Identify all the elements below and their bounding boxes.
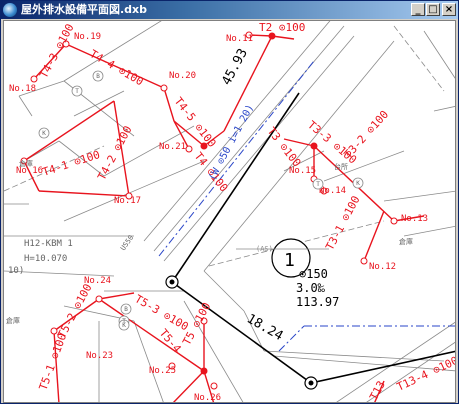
label-node-23: No.23 [86,351,113,361]
label-pipe-t4-3: T4-3 ⊙100 [37,22,76,81]
label-pipe-t2: T2 ⊙100 [259,21,305,34]
label-pipe-t3: T3 ⊙100 [265,125,304,170]
annotation-kitchen-3: 倉庫 [6,316,20,325]
fixture-b-2-letter: B [124,306,128,313]
label-pipe-t4-2: T4-2 ⊙100 [95,124,134,183]
pipe-network [23,34,425,402]
fixture-k-2-letter: K [122,322,126,329]
label-node-18: No.18 [9,84,36,94]
annotation-kitchen-2: 倉庫 [399,237,413,246]
fixture-k-1-letter: K [42,130,46,137]
node-20[interactable] [160,84,168,92]
label-pipe-t13: T13 [367,379,388,403]
drawing-canvas[interactable]: No.11 No.19 No.18 No.20 No.16 No.21 No.1… [3,20,456,403]
benchmark-side-mark: 10) [8,266,24,276]
label-node-19: No.19 [74,32,101,42]
minimize-button[interactable]: _ [411,3,425,16]
manhole-ground-level: 113.97 [296,295,339,309]
annotation-kitchen-1: 倉庫 [19,159,33,168]
benchmark: H12-KBM 1 H=10.070 10) [8,239,73,276]
label-pipe-t4-1: T4-1 ⊙100 [41,148,102,179]
label-pipe-t5-1: T5-1 ⊙100 [37,332,70,392]
manhole-slope: 3.0‰ [296,281,326,295]
benchmark-height: H=10.070 [24,254,67,264]
node-18[interactable] [30,75,38,83]
manhole-marker: (AS) [256,245,273,253]
fixture-t-1-letter: T [75,88,79,95]
window-title: 屋外排水設備平面図.dxb [21,3,148,16]
title-bar[interactable]: 屋外排水設備平面図.dxb _ □ × [1,1,458,19]
fixture-k-3-letter: K [356,180,360,187]
manhole-number: 1 [284,250,295,271]
label-node-25: No.25 [149,366,176,376]
junction-manhole-2-center [308,380,314,386]
app-icon[interactable] [3,3,17,17]
annotation-usd: US50 [119,234,135,252]
node-26[interactable] [210,382,218,390]
label-pipe-t3-1: T3-1 ⊙100 [323,194,362,253]
label-pipe-t4-4: T4-4 ⊙100 [88,47,146,88]
label-node-17: No.17 [114,196,141,206]
close-button[interactable]: × [442,3,456,16]
label-node-13: No.13 [401,214,428,224]
label-node-26: No.26 [194,393,221,403]
label-node-14: No.14 [319,186,346,196]
app-window: 屋外排水設備平面図.dxb _ □ × No.11 No.19 No.18 No… [0,0,459,404]
drainage-plan[interactable]: No.11 No.19 No.18 No.20 No.16 No.21 No.1… [4,21,456,403]
fixture-t-3-letter: T [316,181,320,188]
maximize-button[interactable]: □ [426,3,440,16]
manhole-diameter: ⊙150 [299,267,328,281]
label-node-20: No.20 [169,71,196,81]
pipe-nodes [20,31,398,390]
benchmark-name: H12-KBM 1 [24,239,73,249]
node-24[interactable] [95,295,103,303]
annotation-sink: 台所 [334,162,348,171]
label-pipe-t3-2: T3-2 ⊙100 [342,108,392,161]
node-21-side[interactable] [185,145,193,153]
main-line-length-top: 45.93 [219,46,251,88]
node-13[interactable] [390,217,398,225]
fixture-b-1-letter: B [96,73,100,80]
node-12[interactable] [360,257,368,265]
label-node-11: No.11 [226,34,253,44]
junction-manhole-1-center [169,279,175,285]
label-node-21: No.21 [159,142,186,152]
label-node-12: No.12 [369,262,396,272]
